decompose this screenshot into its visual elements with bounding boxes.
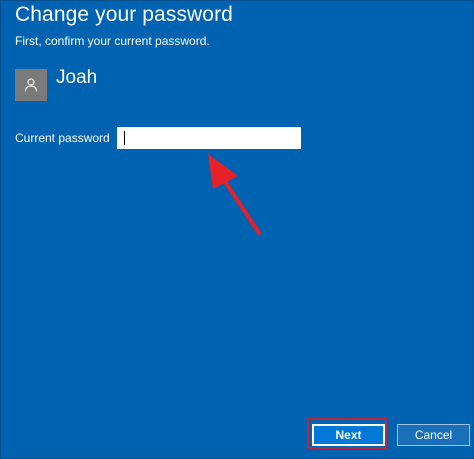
current-password-field[interactable] — [117, 127, 301, 149]
cancel-button[interactable]: Cancel — [397, 424, 470, 446]
avatar — [15, 69, 47, 101]
page-title: Change your password — [15, 3, 233, 26]
text-caret — [124, 131, 125, 145]
current-password-label: Current password — [15, 131, 110, 145]
page-subtitle: First, confirm your current password. — [15, 34, 210, 48]
person-icon — [24, 78, 38, 92]
username: Joah — [56, 67, 98, 88]
next-button[interactable]: Next — [312, 424, 385, 446]
user-row: Joah — [15, 67, 98, 101]
